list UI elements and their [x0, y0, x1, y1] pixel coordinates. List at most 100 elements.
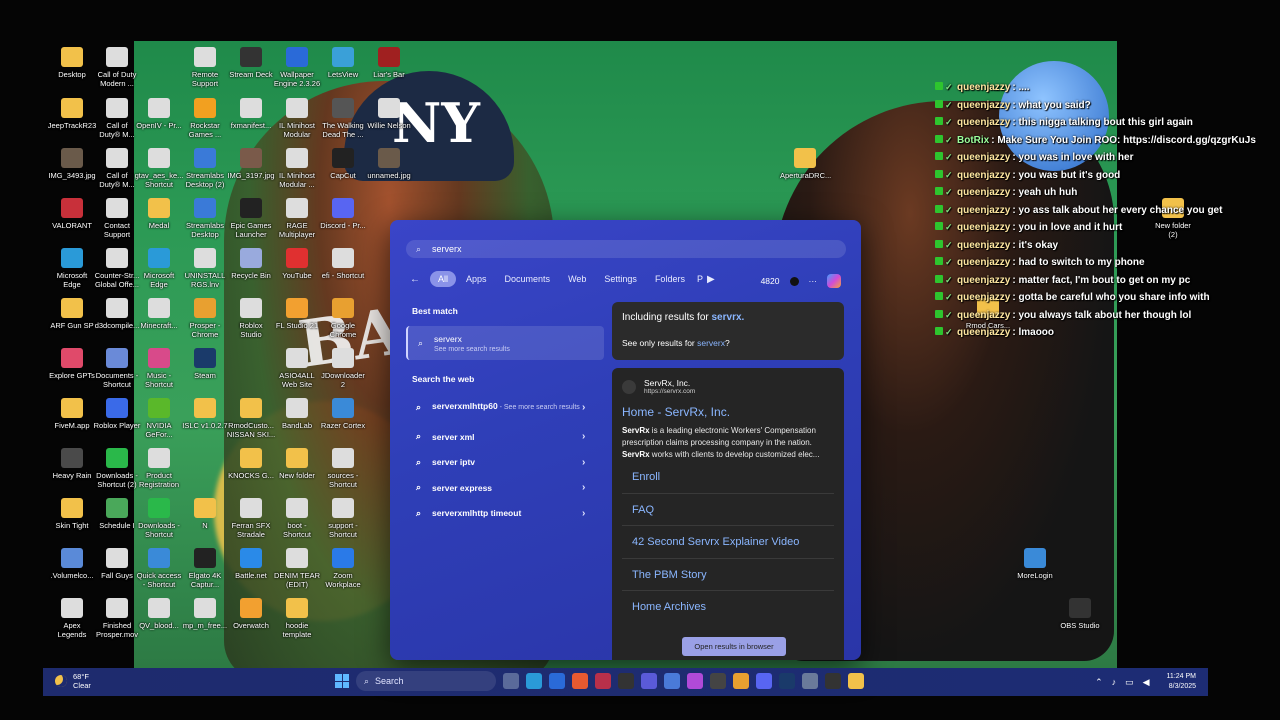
desktop-icon[interactable]: The Walking Dead The ...: [318, 98, 368, 139]
desktop-icon[interactable]: IL Minihost Modular ...: [272, 148, 322, 189]
desktop-icon[interactable]: Streamlabs Desktop (2): [180, 148, 230, 189]
desktop-icon[interactable]: Minecraft...: [134, 298, 184, 330]
desktop-icon[interactable]: Product Registration: [134, 448, 184, 489]
desktop-icon[interactable]: ISLC v1.0.2.7: [180, 398, 230, 430]
web-suggestion[interactable]: ⌕ server xml ›: [406, 424, 604, 450]
desktop-icon[interactable]: Microsoft Edge: [134, 248, 184, 289]
desktop-icon[interactable]: CapCut: [318, 148, 368, 180]
desktop-icon[interactable]: NVIDIA GeFor...: [134, 398, 184, 439]
desktop-icon[interactable]: Willie Nelson: [364, 98, 414, 130]
desktop-icon[interactable]: Explore GPTs: [47, 348, 97, 380]
desktop-icon[interactable]: FiveM.app: [47, 398, 97, 430]
desktop-icon[interactable]: RAGE Multiplayer: [272, 198, 322, 239]
desktop-icon[interactable]: Streamlabs Desktop: [180, 198, 230, 239]
display-icon[interactable]: ▭: [1125, 677, 1134, 688]
desktop-icon[interactable]: AperturaDRC...: [780, 148, 831, 180]
desktop-icon[interactable]: IMG_3197.jpg: [226, 148, 276, 180]
desktop-icon[interactable]: FL Studio 21: [272, 298, 322, 330]
desktop-icon[interactable]: JDownloader 2: [318, 348, 368, 389]
settings-icon[interactable]: [802, 673, 818, 689]
filter-all[interactable]: All: [430, 271, 457, 287]
desktop-icon[interactable]: sources - Shortcut: [318, 448, 368, 489]
desktop-icon[interactable]: Roblox Studio: [226, 298, 276, 339]
desktop-icon[interactable]: Elgato 4K Captur...: [180, 548, 230, 589]
store-icon[interactable]: [664, 673, 680, 689]
xbox-icon[interactable]: [825, 673, 841, 689]
open-in-browser-button[interactable]: Open results in browser: [682, 637, 786, 656]
rewards-points[interactable]: 4820: [761, 276, 780, 286]
desktop-icon[interactable]: BandLab: [272, 398, 322, 430]
only-results-link[interactable]: serverx: [697, 338, 725, 348]
desktop-icon[interactable]: JeepTrackR23: [47, 98, 97, 130]
web-suggestion[interactable]: ⌕ server iptv ›: [406, 450, 604, 476]
copilot-icon[interactable]: [687, 673, 703, 689]
desktop-icon[interactable]: MoreLogin: [1010, 548, 1060, 580]
outlook-icon[interactable]: [549, 673, 565, 689]
desktop-icon[interactable]: Rockstar Games ...: [180, 98, 230, 139]
desktop-icon[interactable]: N: [180, 498, 230, 530]
desktop-icon[interactable]: YouTube: [272, 248, 322, 280]
back-arrow-icon[interactable]: ←: [410, 274, 428, 285]
desktop-icon[interactable]: RmodCusto... NISSAN SKI...: [226, 398, 276, 439]
more-options-icon[interactable]: ···: [809, 276, 818, 286]
desktop-icon[interactable]: Discord - Pr...: [318, 198, 368, 230]
profile-icon[interactable]: [789, 276, 799, 286]
windows-start-icon[interactable]: [335, 674, 349, 688]
desktop-icon[interactable]: LetsView: [318, 47, 368, 79]
web-suggestion[interactable]: ⌕ serverxmlhttp timeout ›: [406, 501, 604, 527]
teams-icon[interactable]: [641, 673, 657, 689]
desktop-icon[interactable]: Apex Legends: [47, 598, 97, 639]
taskbar-search[interactable]: ⌕ Search: [356, 671, 496, 691]
desktop-icon[interactable]: Desktop: [47, 47, 97, 79]
media-icon[interactable]: [710, 673, 726, 689]
filter-more[interactable]: P: [695, 271, 705, 287]
desktop-icon[interactable]: Skin Tight: [47, 498, 97, 530]
result-sublink[interactable]: FAQ: [622, 494, 834, 526]
desktop-icon[interactable]: Liar's Bar: [364, 47, 414, 79]
edge-icon[interactable]: [526, 673, 542, 689]
discord-icon[interactable]: [756, 673, 772, 689]
result-sublink[interactable]: Home Archives: [622, 591, 834, 624]
desktop-icon[interactable]: unnamed.jpg: [364, 148, 414, 180]
desktop-icon[interactable]: Google Chrome: [318, 298, 368, 339]
desktop-icon[interactable]: Stream Deck: [226, 47, 276, 79]
search-box[interactable]: ⌕: [406, 240, 846, 258]
volume-icon[interactable]: ◀: [1143, 677, 1150, 688]
clock[interactable]: 11:24 PM 8/3/2025: [1167, 672, 1196, 692]
desktop-icon[interactable]: Quick access - Shortcut: [134, 548, 184, 589]
desktop-icon[interactable]: Razer Cortex: [318, 398, 368, 430]
files-icon[interactable]: [503, 673, 519, 689]
desktop-icon[interactable]: Steam: [180, 348, 230, 380]
web-suggestion[interactable]: ⌕ server express ›: [406, 475, 604, 501]
desktop-icon[interactable]: mp_m_free...: [180, 598, 230, 630]
desktop-icon[interactable]: boot - Shortcut: [272, 498, 322, 539]
desktop-icon[interactable]: Epic Games Launcher: [226, 198, 276, 239]
filter-settings[interactable]: Settings: [596, 271, 645, 287]
desktop-icon[interactable]: Prosper - Chrome: [180, 298, 230, 339]
desktop-icon[interactable]: fxmanifest...: [226, 98, 276, 130]
filter-documents[interactable]: Documents: [497, 271, 559, 287]
filter-folders[interactable]: Folders: [647, 271, 693, 287]
desktop-icon[interactable]: Wallpaper Engine 2.3.26: [272, 47, 322, 88]
chevron-up-icon[interactable]: ⌃: [1095, 677, 1103, 688]
desktop-icon[interactable]: Remote Support: [180, 47, 230, 88]
desktop-icon[interactable]: Music - Shortcut: [134, 348, 184, 389]
desktop-icon[interactable]: New folder: [272, 448, 322, 480]
obs-icon[interactable]: [618, 673, 634, 689]
desktop-icon[interactable]: Ferran SFX Stradale: [226, 498, 276, 539]
desktop-icon[interactable]: Overwatch: [226, 598, 276, 630]
desktop-icon[interactable]: Downloads - Shortcut: [134, 498, 184, 539]
result-title-link[interactable]: Home - ServRx, Inc.: [622, 405, 834, 419]
desktop-icon[interactable]: .Volumelco...: [47, 548, 97, 580]
desktop-icon[interactable]: ARF Gun SP: [47, 298, 97, 330]
best-match-item[interactable]: ⌕ serverx See more search results: [406, 326, 604, 360]
desktop-icon[interactable]: Zoom Workplace: [318, 548, 368, 589]
weather-widget[interactable]: 68°F Clear: [55, 672, 91, 690]
desktop-icon[interactable]: hoodie template: [272, 598, 322, 639]
result-sublink[interactable]: The PBM Story: [622, 559, 834, 591]
result-sublink[interactable]: 42 Second Servrx Explainer Video: [622, 526, 834, 559]
result-sublink[interactable]: Enroll: [622, 461, 834, 494]
desktop-icon[interactable]: OBS Studio: [1055, 598, 1105, 630]
copilot-icon[interactable]: [827, 274, 841, 288]
desktop-icon[interactable]: Medal: [134, 198, 184, 230]
